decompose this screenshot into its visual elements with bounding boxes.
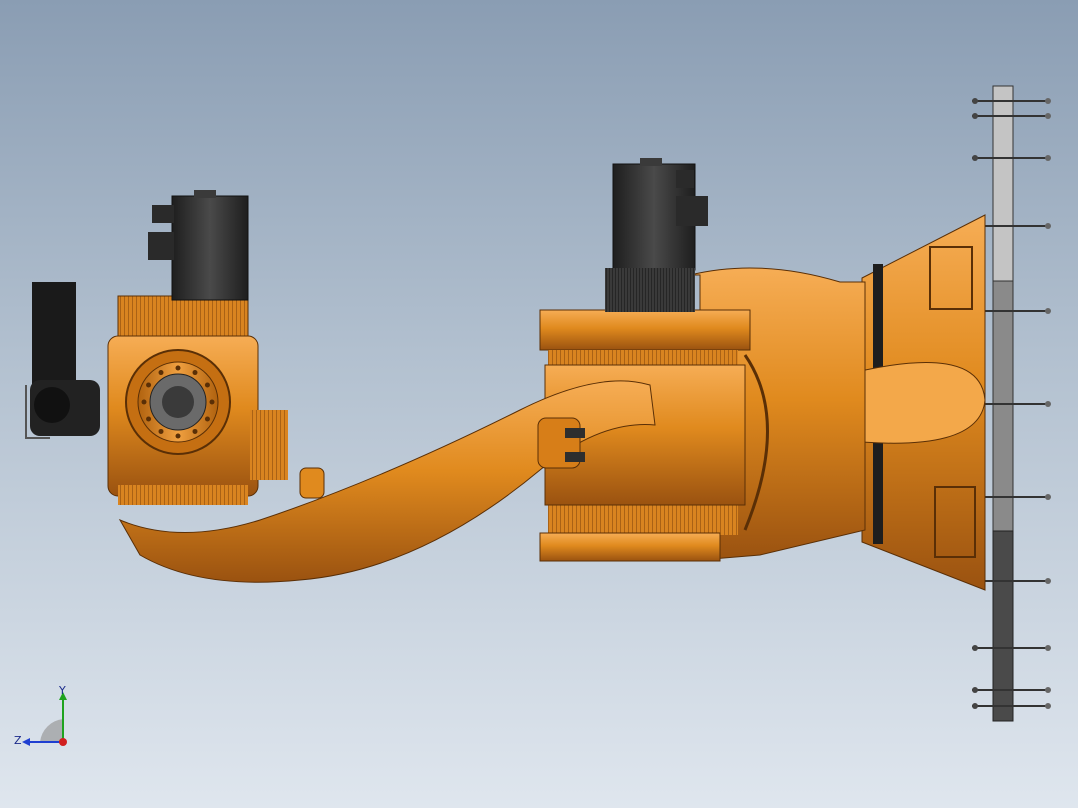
flange-hole — [175, 365, 181, 371]
x-axis-dot — [59, 738, 67, 746]
orientation-triad[interactable]: Y Z — [10, 684, 80, 754]
flange-hole — [192, 370, 198, 376]
flange-hole — [158, 428, 164, 434]
motor-axis-2[interactable] — [605, 158, 708, 312]
motor-axis-4[interactable] — [148, 190, 249, 301]
end-effector[interactable] — [25, 282, 100, 439]
z-axis-arrowhead — [22, 738, 30, 746]
flange-hole — [141, 399, 147, 405]
flange-hole — [204, 416, 210, 422]
robot-arm-model[interactable] — [0, 0, 1078, 808]
flange-hole — [209, 399, 215, 405]
cad-viewport[interactable]: Y Z — [0, 0, 1078, 808]
y-axis-label: Y — [58, 684, 66, 697]
flange-hole — [175, 433, 181, 439]
flange-hole — [158, 370, 164, 376]
triad-arc — [40, 719, 63, 742]
z-axis-label: Z — [14, 734, 22, 747]
flange-hole — [204, 382, 210, 388]
flange-hole — [146, 382, 152, 388]
wrist-housing[interactable] — [107, 295, 325, 505]
flange-hole — [146, 416, 152, 422]
flange-hole — [192, 428, 198, 434]
